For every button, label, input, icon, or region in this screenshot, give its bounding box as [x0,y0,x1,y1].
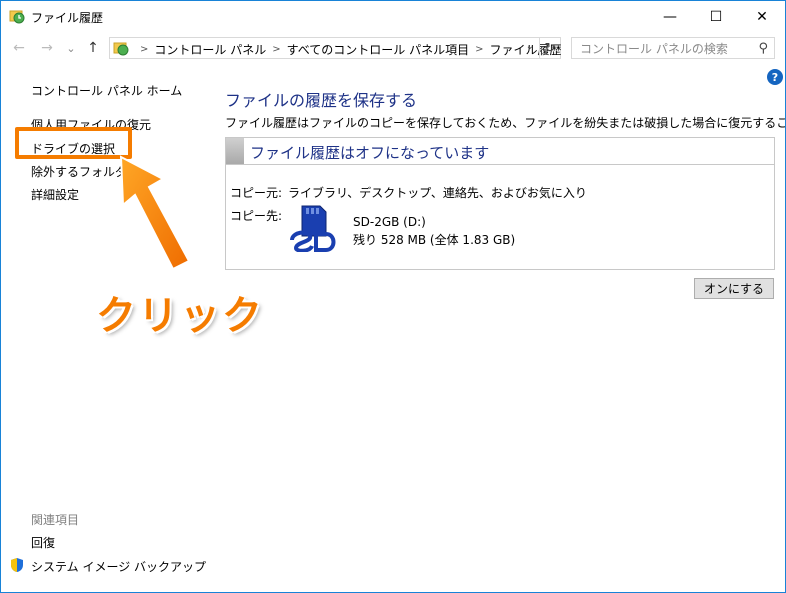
sd-card-icon [290,205,336,252]
address-bar[interactable]: > コントロール パネル > すべてのコントロール パネル項目 > ファイル履歴… [109,37,562,59]
shield-icon [11,558,23,572]
page-title: ファイルの履歴を保存する [225,91,418,110]
sidebar-item-system-image-backup[interactable]: システム イメージ バックアップ [31,558,206,575]
breadcrumb-all-items[interactable]: すべてのコントロール パネル項目 [287,41,470,58]
related-items-heading: 関連項目 [31,513,80,527]
status-title: ファイル履歴はオフになっています [250,144,490,162]
back-arrow-icon[interactable]: ← [9,38,29,58]
file-history-window: ファイル履歴 — ☐ ✕ ← → ⌄ ↑ > コントロール パネル > すべての… [0,0,786,593]
refresh-icon[interactable]: ↻ [539,38,560,58]
breadcrumb-control-panel[interactable]: コントロール パネル [154,41,266,58]
copy-from-value: ライブラリ、デスクトップ、連絡先、およびお気に入り [288,186,587,200]
drive-name: SD-2GB (D:) [353,215,426,229]
breadcrumb-separator: > [272,44,281,55]
drive-space: 残り 528 MB (全体 1.83 GB) [353,233,516,247]
breadcrumb-separator: > [475,44,484,55]
file-history-icon [9,10,25,24]
copy-from-label: コピー元: [230,186,283,200]
window-title: ファイル履歴 [31,11,104,25]
pointer-arrow-icon [119,155,191,271]
control-panel-icon [113,42,129,56]
forward-arrow-icon[interactable]: → [37,38,57,58]
status-panel: ファイル履歴はオフになっています コピー元: ライブラリ、デスクトップ、連絡先、… [225,137,775,270]
click-annotation: クリック [96,293,264,339]
sidebar-item-recovery[interactable]: 回復 [31,534,55,551]
up-arrow-icon[interactable]: ↑ [83,38,103,58]
minimize-button[interactable]: — [647,1,693,32]
page-description: ファイル履歴はファイルのコピーを保存しておくため、ファイルを紛失または破損した場… [225,116,786,130]
recent-locations-icon[interactable]: ⌄ [61,38,81,58]
search-input[interactable] [572,38,758,60]
title-bar: ファイル履歴 — ☐ ✕ [1,1,785,32]
search-box[interactable]: ⚲ [571,37,775,60]
search-icon[interactable]: ⚲ [758,41,768,56]
chevron-down-icon[interactable]: ⌄ [526,41,534,52]
sidebar-item-advanced-settings[interactable]: 詳細設定 [31,186,79,203]
breadcrumb: > コントロール パネル > すべてのコントロール パネル項目 > ファイル履歴 [134,41,562,58]
maximize-button[interactable]: ☐ [693,1,739,32]
copy-to-label: コピー先: [230,209,283,223]
sidebar-item-control-panel-home[interactable]: コントロール パネル ホーム [31,82,182,99]
help-icon[interactable]: ? [767,69,783,85]
status-strip [226,138,244,164]
status-panel-header: ファイル履歴はオフになっています [226,138,774,165]
close-button[interactable]: ✕ [739,1,785,32]
breadcrumb-separator: > [140,44,149,55]
turn-on-button[interactable]: オンにする [694,278,774,299]
